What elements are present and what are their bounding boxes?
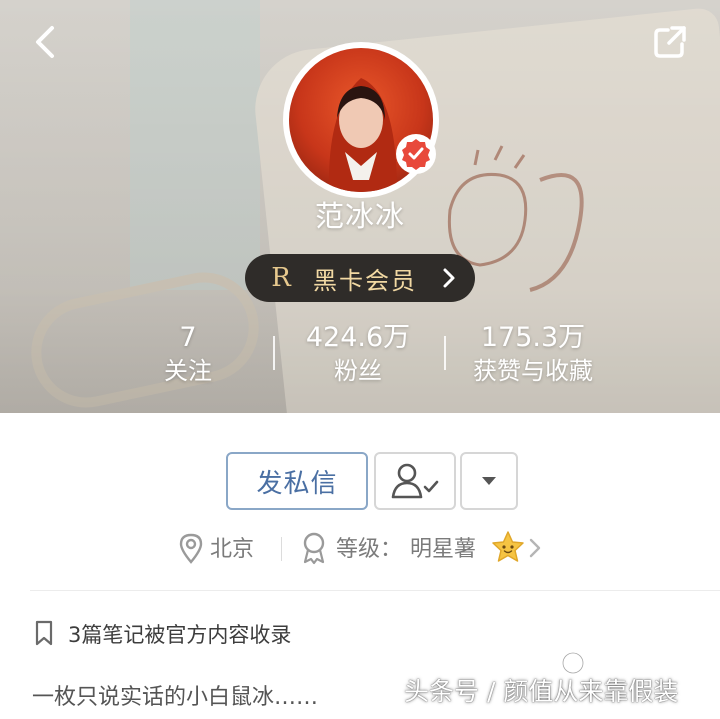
profile-bio: 一枚只说实话的小白鼠冰……	[32, 685, 319, 710]
section-divider	[30, 590, 720, 591]
stat-label: 获赞与收藏	[473, 357, 593, 385]
send-message-button[interactable]: 发私信	[226, 452, 368, 510]
avatar[interactable]	[283, 42, 439, 198]
medal-icon	[303, 532, 325, 565]
level-label: 等级：	[336, 537, 403, 562]
stat-label: 粉丝	[334, 357, 382, 385]
stats-row: 7 关注 424.6万 粉丝 175.3万 获赞与收藏	[0, 322, 720, 388]
chevron-right-icon	[529, 538, 541, 558]
watermark-text: 头条号 / 颜值从来靠假装	[404, 677, 679, 706]
verified-badge	[396, 134, 436, 174]
person-check-icon	[391, 463, 439, 499]
verified-check-icon	[402, 139, 430, 170]
vip-member-button[interactable]: R 黑卡会员	[245, 254, 475, 302]
stat-label: 关注	[164, 357, 212, 385]
star-icon	[492, 531, 524, 562]
stat-divider	[444, 336, 446, 370]
stat-following[interactable]: 7 关注	[138, 322, 238, 388]
stat-value: 7	[179, 322, 197, 353]
vip-label: 黑卡会员	[313, 266, 417, 295]
stat-value: 175.3万	[480, 322, 586, 353]
info-divider	[281, 537, 282, 561]
stat-divider	[273, 336, 275, 370]
bookmark-icon	[35, 620, 53, 646]
username: 范冰冰	[314, 199, 405, 233]
followed-button[interactable]	[374, 452, 456, 510]
vip-logo: R	[271, 263, 291, 293]
stat-followers[interactable]: 424.6万 粉丝	[293, 322, 423, 388]
profile-info-row: 北京 等级： 明星薯	[0, 528, 720, 568]
caret-down-icon	[482, 477, 496, 485]
location-text: 北京	[210, 537, 255, 562]
back-arrow-icon[interactable]	[28, 22, 64, 62]
official-notes-row[interactable]: 3篇笔记被官方内容收录	[0, 614, 720, 654]
action-buttons: 发私信	[0, 452, 720, 512]
location-pin-icon	[179, 533, 203, 564]
chevron-right-icon	[443, 268, 455, 288]
stat-likes-collections[interactable]: 175.3万 获赞与收藏	[458, 322, 608, 388]
share-icon[interactable]	[650, 22, 690, 62]
level-value: 明星薯	[410, 537, 477, 562]
official-notes-text: 3篇笔记被官方内容收录	[68, 623, 292, 647]
more-options-button[interactable]	[460, 452, 518, 510]
stat-value: 424.6万	[305, 322, 411, 353]
